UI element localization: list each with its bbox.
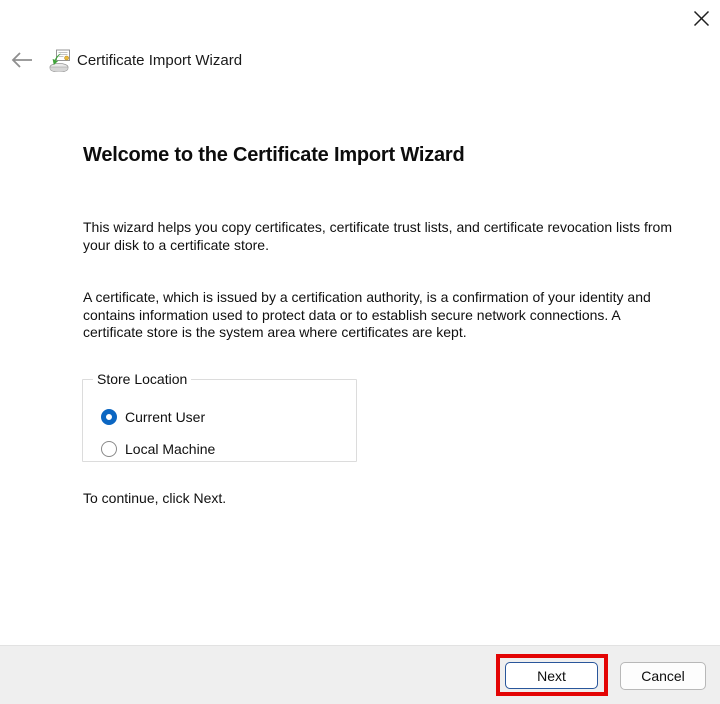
- store-location-group: Store Location Current User Local Machin…: [82, 371, 357, 462]
- page-title: Welcome to the Certificate Import Wizard: [83, 144, 465, 166]
- back-button[interactable]: [6, 48, 38, 74]
- next-button[interactable]: Next: [505, 662, 598, 689]
- certificate-import-icon: [48, 48, 72, 73]
- footer-bar: [0, 646, 720, 704]
- back-arrow-icon: [10, 51, 34, 72]
- radio-button-icon: [101, 409, 117, 425]
- store-location-label: Store Location: [97, 371, 188, 387]
- close-icon: [693, 10, 710, 30]
- radio-local-machine[interactable]: Local Machine: [101, 441, 215, 457]
- radio-button-icon: [101, 441, 117, 457]
- cancel-button[interactable]: Cancel: [620, 662, 706, 690]
- radio-label: Local Machine: [125, 441, 216, 457]
- description-paragraph: A certificate, which is issued by a cert…: [83, 289, 651, 340]
- intro-paragraph: This wizard helps you copy certificates,…: [83, 219, 672, 253]
- radio-label: Current User: [125, 409, 206, 425]
- window-title: Certificate Import Wizard: [77, 52, 243, 69]
- certificate-import-wizard-dialog: Certificate Import Wizard Welcome to the…: [0, 0, 720, 704]
- radio-current-user[interactable]: Current User: [101, 409, 205, 425]
- continue-hint: To continue, click Next.: [83, 490, 227, 506]
- close-button[interactable]: [686, 6, 716, 34]
